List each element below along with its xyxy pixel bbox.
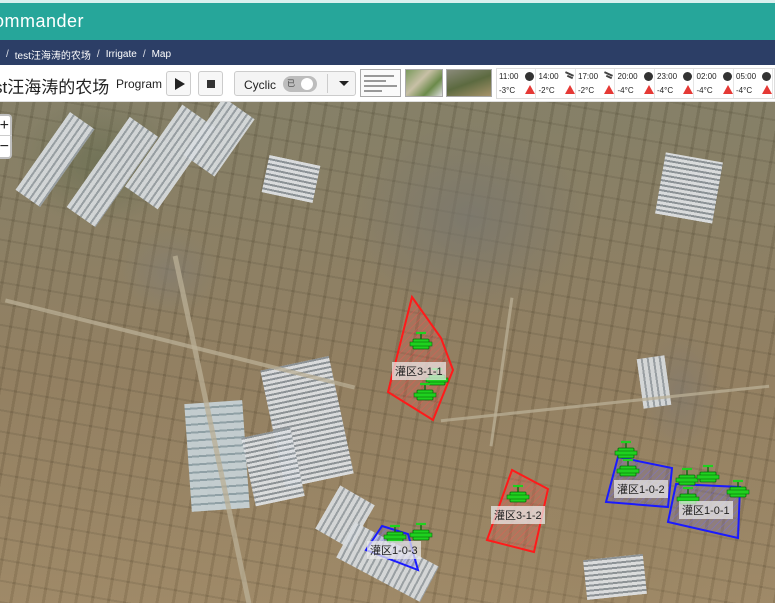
divider [327,74,328,93]
breadcrumb-separator: / [6,49,9,60]
weather-time: 02:00 [696,72,717,81]
clear-moon-icon [683,72,692,81]
toggle-text: 已 [287,79,295,88]
thumbnail-photo-farm[interactable] [446,69,492,97]
valve-icon[interactable] [613,440,639,460]
weather-time: 17:00 [578,72,599,81]
breadcrumb-farm[interactable]: test汪海涛的农场 [15,47,91,62]
irrigation-toolbar: st汪海涛的农场 Program Cyclic 已 11:00 -3°C 14:00… [0,65,775,102]
irrigation-zones-overlay [364,294,751,572]
warning-icon [722,85,733,94]
warning-icon [762,85,772,94]
weather-time: 20:00 [617,72,638,81]
clear-moon-icon [525,72,534,81]
weather-cell: 05:00 -4°C [734,69,773,98]
valve-icon[interactable] [695,464,721,484]
zone-label-1-0-2[interactable]: 灌区1-0-2 [614,480,668,498]
weather-temp: -4°C [657,86,674,95]
wind-icon [565,72,575,78]
breadcrumb-map: Map [151,49,172,60]
breadcrumb-separator: / [142,49,146,60]
weather-temp: -4°C [736,86,753,95]
weather-time: 11:00 [499,72,519,81]
weather-cell: 11:00 -3°C [497,69,536,98]
zone-label-1-0-1[interactable]: 灌区1-0-1 [679,501,733,519]
breadcrumb-separator: / [96,49,100,60]
thumbnail-document[interactable] [360,69,401,97]
clear-moon-icon [643,72,653,81]
weather-cell: 20:00 -4°C [616,69,655,98]
weather-temp: -2°C [578,86,595,95]
weather-time: 14:00 [538,72,559,81]
valve-icon[interactable] [725,479,751,499]
zone-polygon-3-1-1[interactable] [386,294,455,422]
weather-temp: -4°C [696,86,713,95]
warning-icon [564,85,575,94]
warning-icon [643,85,654,94]
clear-moon-icon [762,72,771,81]
weather-temp: -4°C [617,86,634,95]
breadcrumb-irrigate[interactable]: Irrigate [106,49,137,60]
weather-temp: -3°C [499,86,516,95]
zone-label-3-1-2[interactable]: 灌区3-1-2 [491,506,545,524]
weather-time: 23:00 [657,72,678,81]
cyclic-control: Cyclic 已 [234,71,356,96]
zone-label-3-1-1[interactable]: 灌区3-1-1 [392,362,446,380]
weather-cell: 23:00 -4°C [655,69,694,98]
farm-title: st汪海涛的农场 [0,78,110,97]
weather-forecast-strip: 11:00 -3°C 14:00 -2°C 17:00 -2°C 20:00 -4°C 23:0… [496,68,775,99]
weather-temp: -2°C [538,86,555,95]
zoom-in-button[interactable]: + [0,116,12,136]
warning-icon [683,85,693,94]
wind-icon [604,72,614,78]
weather-cell: 14:00 -2°C [537,69,576,98]
valve-icon[interactable] [674,467,700,487]
toggle-knob [301,78,313,90]
valve-icon[interactable] [408,522,434,542]
thumbnail-photo-field[interactable] [405,69,443,97]
warning-icon [525,85,535,94]
zone-label-1-0-3[interactable]: 灌区1-0-3 [367,541,421,559]
weather-time: 05:00 [736,72,757,81]
play-button[interactable] [166,71,191,96]
cyclic-dropdown-chevron-icon[interactable] [333,72,355,95]
app-title: ommander [0,11,85,31]
cyclic-label: Cyclic [244,78,276,92]
cyclic-toggle[interactable]: 已 [283,76,317,92]
breadcrumb: / test汪海涛的农场 / Irrigate / Map [0,40,775,65]
stop-button[interactable] [198,71,223,96]
app-header: ommander [0,0,775,40]
satellite-map[interactable]: 灌区3-1-1 灌区3-1-2 灌区1-0-3 灌区1-0-2 灌区1-0-1 … [0,102,775,603]
weather-cell: 17:00 -2°C [576,69,615,98]
zoom-out-button[interactable]: − [0,137,12,157]
program-label: Program [116,77,163,91]
warning-icon [604,85,614,94]
weather-cell: 02:00 -4°C [695,69,734,98]
map-zoom-control: + − [0,114,12,159]
clear-moon-icon [722,72,732,81]
